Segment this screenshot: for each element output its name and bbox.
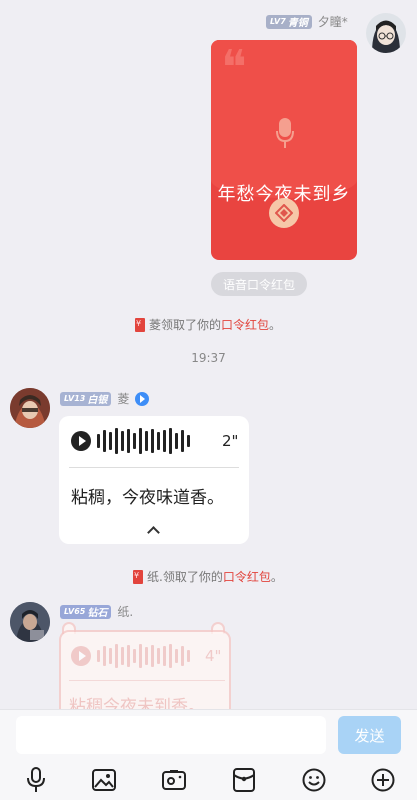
play-icon[interactable]: [71, 431, 91, 451]
red-packet-type-label: 语音口令红包: [211, 272, 307, 296]
waveform-icon: [97, 428, 190, 454]
red-packet-icon[interactable]: [231, 767, 257, 793]
message-input[interactable]: [16, 716, 326, 754]
avatar[interactable]: [10, 602, 50, 642]
red-packet-link[interactable]: 口令红包: [223, 568, 271, 585]
verified-icon: [135, 391, 150, 406]
voice-message-bubble[interactable]: 4" 粘稠今夜未到香。: [59, 630, 231, 720]
sender-header: LV13 白银 菱: [60, 390, 150, 407]
microphone-icon: [276, 118, 294, 152]
send-button[interactable]: 发送: [338, 716, 401, 754]
red-envelope-icon: [135, 317, 145, 332]
red-envelope-icon: [133, 569, 143, 584]
top-sender-header: LV7 青铜 夕瞳*: [266, 13, 348, 30]
voice-message-bubble[interactable]: 2" 粘稠，今夜味道香。: [59, 416, 249, 544]
red-packet-coin-icon: [269, 198, 299, 228]
system-message: 菱领取了你的 口令红包 。: [135, 316, 281, 333]
avatar[interactable]: [366, 13, 406, 53]
time-divider: 19:37: [191, 351, 226, 365]
quote-mark-icon: ❝: [221, 40, 247, 96]
emoji-icon[interactable]: [301, 767, 327, 793]
level-badge: LV65 钻石: [60, 604, 112, 619]
microphone-icon[interactable]: [23, 767, 49, 793]
camera-icon[interactable]: [161, 767, 187, 793]
sender-nickname: 纸.: [117, 605, 134, 619]
plus-icon[interactable]: [370, 767, 396, 793]
voice-duration: 2": [222, 432, 239, 450]
play-icon[interactable]: [71, 646, 91, 666]
voice-red-packet[interactable]: ❝ 年愁今夜未到乡: [211, 40, 357, 260]
sender-nickname: 菱: [117, 392, 130, 406]
sender-nickname: 夕瞳*: [317, 15, 348, 29]
collapse-chevron-icon[interactable]: [147, 526, 160, 539]
voice-duration: 4": [205, 647, 222, 665]
voice-transcript: 粘稠，今夜味道香。: [71, 488, 224, 508]
avatar[interactable]: [10, 388, 50, 428]
image-icon[interactable]: [91, 767, 117, 793]
level-badge: LV13 白银: [60, 391, 112, 406]
level-badge: LV7 青铜: [266, 14, 312, 29]
waveform-icon: [97, 644, 190, 668]
red-packet-link[interactable]: 口令红包: [221, 316, 269, 333]
system-message: 纸.领取了你的 口令红包 。: [133, 568, 283, 585]
sender-header: LV65 钻石 纸.: [60, 603, 133, 620]
